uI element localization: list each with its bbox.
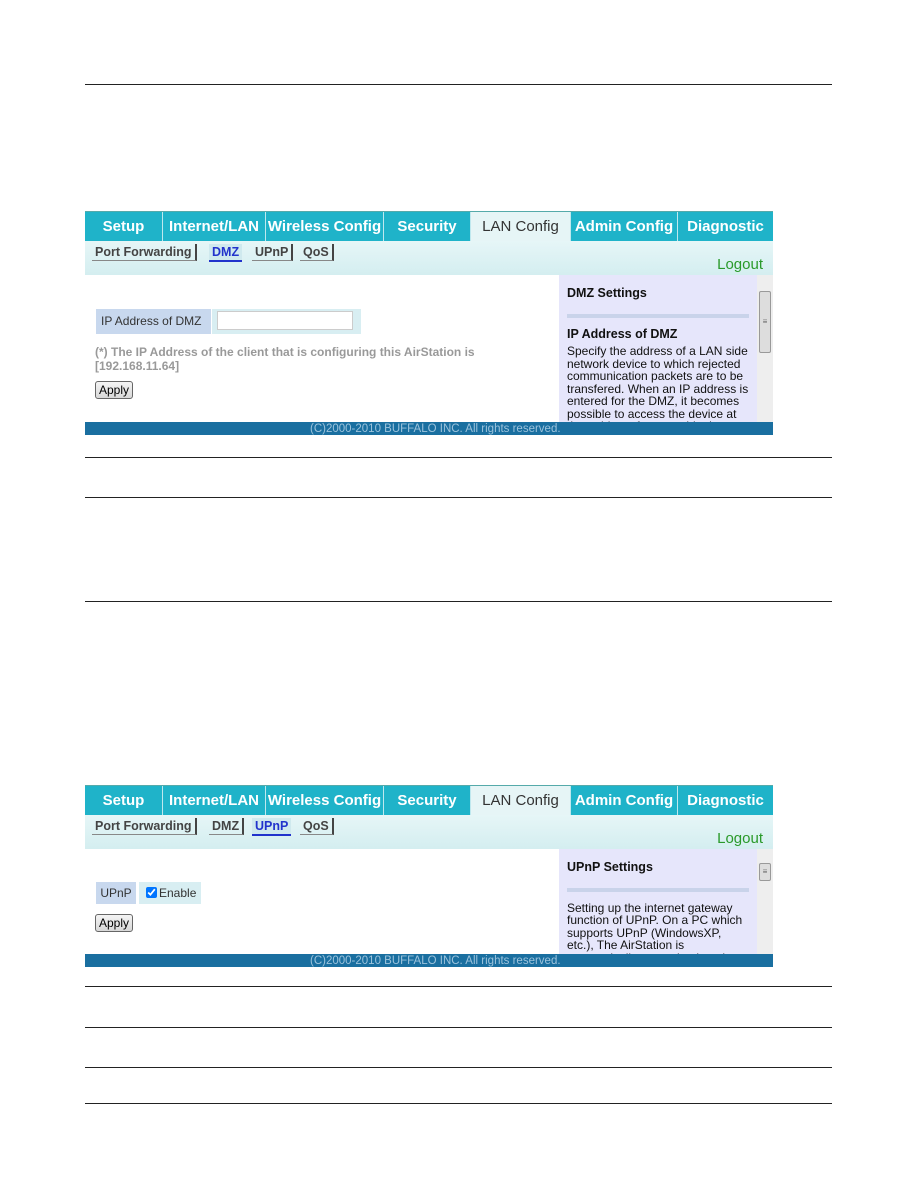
copyright: (C)2000-2010 BUFFALO INC. All rights res… [310, 423, 561, 435]
divider [85, 1067, 832, 1068]
sub-nav: Port Forwarding DMZ UPnP QoS Logout [85, 815, 773, 849]
subtab-port-forwarding[interactable]: Port Forwarding [92, 244, 197, 261]
dmz-ip-label: IP Address of DMZ [96, 309, 211, 334]
tab-admin-config[interactable]: Admin Config [571, 212, 678, 242]
subtab-port-forwarding[interactable]: Port Forwarding [92, 818, 197, 835]
tab-wireless-config[interactable]: Wireless Config [266, 212, 384, 242]
tab-internet-lan[interactable]: Internet/LAN [163, 212, 266, 242]
divider [85, 497, 832, 498]
tab-wireless-config[interactable]: Wireless Config [266, 786, 384, 816]
tab-security[interactable]: Security [384, 212, 471, 242]
help-title: DMZ Settings [567, 286, 647, 300]
tab-diagnostic[interactable]: Diagnostic [678, 212, 773, 242]
footer: (C)2000-2010 BUFFALO INC. All rights res… [85, 954, 773, 967]
help-title: UPnP Settings [567, 860, 653, 874]
subtab-upnp[interactable]: UPnP [252, 818, 292, 836]
manual-page: Setup Internet/LAN Wireless Config Secur… [0, 0, 918, 1188]
tab-admin-config[interactable]: Admin Config [571, 786, 678, 816]
divider [85, 1103, 832, 1104]
main-nav: Setup Internet/LAN Wireless Config Secur… [85, 211, 773, 242]
dmz-ip-input[interactable] [217, 311, 353, 330]
upnp-screenshot: Setup Internet/LAN Wireless Config Secur… [85, 785, 773, 967]
help-scrollbar[interactable]: ≡ [757, 849, 773, 954]
subtab-upnp[interactable]: UPnP [252, 244, 294, 261]
divider [85, 457, 832, 458]
subtab-qos[interactable]: QoS [300, 818, 334, 835]
help-scrollbar[interactable]: ≡ [757, 275, 773, 422]
tab-setup[interactable]: Setup [85, 212, 163, 242]
subtab-dmz[interactable]: DMZ [209, 818, 245, 835]
enable-label: Enable [159, 886, 197, 900]
client-ip-note: (*) The IP Address of the client that is… [95, 345, 475, 373]
divider [85, 601, 832, 602]
main-nav: Setup Internet/LAN Wireless Config Secur… [85, 785, 773, 816]
tab-lan-config[interactable]: LAN Config [471, 786, 571, 816]
logout-link[interactable]: Logout [717, 256, 763, 274]
tab-lan-config[interactable]: LAN Config [471, 212, 571, 242]
help-pane: UPnP Settings Setting up the internet ga… [559, 849, 773, 954]
upnp-enable-cell: Enable [139, 882, 201, 904]
upnp-enable-checkbox[interactable] [146, 887, 157, 898]
footer: (C)2000-2010 BUFFALO INC. All rights res… [85, 422, 773, 435]
help-pane: DMZ Settings IP Address of DMZ Specify t… [559, 275, 773, 422]
help-heading: IP Address of DMZ [567, 326, 678, 341]
help-text: Specify the address of a LAN side networ… [567, 344, 749, 422]
divider [85, 986, 832, 987]
apply-button[interactable]: Apply [95, 381, 134, 399]
logout-link[interactable]: Logout [717, 830, 763, 848]
subtab-qos[interactable]: QoS [300, 244, 334, 261]
dmz-screenshot: Setup Internet/LAN Wireless Config Secur… [85, 211, 773, 435]
apply-button[interactable]: Apply [95, 914, 134, 932]
tab-diagnostic[interactable]: Diagnostic [678, 786, 773, 816]
copyright: (C)2000-2010 BUFFALO INC. All rights res… [310, 955, 561, 967]
divider [85, 84, 832, 85]
divider [85, 1027, 832, 1028]
tab-internet-lan[interactable]: Internet/LAN [163, 786, 266, 816]
subtab-dmz[interactable]: DMZ [209, 244, 243, 262]
tab-setup[interactable]: Setup [85, 786, 163, 816]
upnp-label: UPnP [96, 882, 136, 904]
sub-nav: Port Forwarding DMZ UPnP QoS Logout [85, 241, 773, 275]
help-text: Setting up the internet gateway function… [567, 900, 743, 954]
tab-security[interactable]: Security [384, 786, 471, 816]
